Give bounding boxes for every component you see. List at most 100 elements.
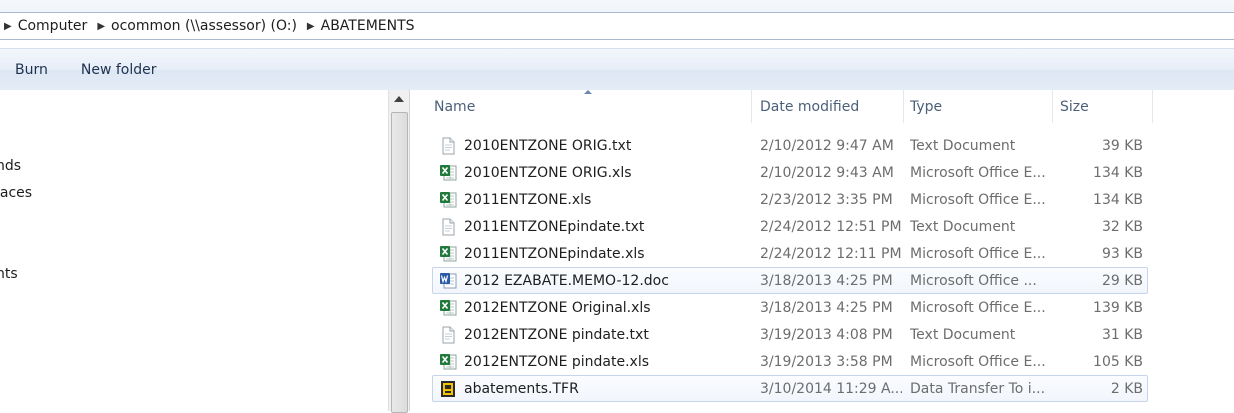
file-name[interactable]: 2011ENTZONEpindate.xls bbox=[464, 246, 645, 262]
breadcrumb[interactable]: ▶ Computer ▶ ocommon (\\assessor) (O:) ▶… bbox=[0, 12, 1234, 40]
file-name[interactable]: abatements.TFR bbox=[464, 381, 579, 397]
file-name-cell[interactable]: 2012ENTZONE pindate.xls bbox=[439, 349, 757, 374]
file-name-cell[interactable]: 2011ENTZONEpindate.xls bbox=[439, 241, 757, 266]
file-date-modified: 2/10/2012 9:47 AM bbox=[760, 137, 894, 154]
file-date-modified: 3/19/2013 3:58 PM bbox=[760, 353, 893, 370]
navigation-pane: nds laces nts bbox=[0, 90, 388, 411]
file-type: Microsoft Office E... bbox=[910, 191, 1046, 208]
file-list: Name Date modified Type Size 2010ENTZONE… bbox=[410, 90, 1234, 411]
text-document-icon bbox=[439, 137, 457, 155]
excel-icon bbox=[439, 353, 457, 371]
file-size: 93 KB bbox=[1101, 245, 1143, 262]
file-name[interactable]: 2010ENTZONE ORIG.xls bbox=[464, 165, 632, 181]
file-size: 29 KB bbox=[1101, 272, 1143, 289]
column-divider[interactable] bbox=[1152, 90, 1153, 123]
file-size: 2 KB bbox=[1110, 380, 1143, 397]
file-name-cell[interactable]: abatements.TFR bbox=[439, 376, 757, 401]
file-size: 139 KB bbox=[1093, 299, 1143, 316]
breadcrumb-drive[interactable]: ▶ ocommon (\\assessor) (O:) bbox=[93, 13, 303, 39]
file-type: Microsoft Office E... bbox=[910, 245, 1046, 262]
file-name-cell[interactable]: 2012ENTZONE Original.xls bbox=[439, 295, 757, 320]
file-name-cell[interactable]: 2011ENTZONEpindate.txt bbox=[439, 214, 757, 239]
file-name[interactable]: 2012ENTZONE pindate.txt bbox=[464, 327, 649, 343]
file-date-modified: 3/18/2013 4:25 PM bbox=[760, 272, 893, 289]
text-document-icon bbox=[439, 326, 457, 344]
new-folder-button[interactable]: New folder bbox=[68, 55, 170, 85]
file-type: Microsoft Office E... bbox=[910, 353, 1046, 370]
address-bar: ▶ Computer ▶ ocommon (\\assessor) (O:) ▶… bbox=[0, 0, 1234, 40]
file-name-cell[interactable]: 2010ENTZONE ORIG.txt bbox=[439, 133, 757, 158]
file-size: 39 KB bbox=[1101, 137, 1143, 154]
excel-icon bbox=[439, 299, 457, 317]
file-name-cell[interactable]: 2011ENTZONE.xls bbox=[439, 187, 757, 212]
file-name[interactable]: 2012ENTZONE pindate.xls bbox=[464, 354, 649, 370]
command-toolbar: Burn New folder bbox=[0, 48, 1234, 91]
file-type: Microsoft Office E... bbox=[910, 164, 1046, 181]
column-divider[interactable] bbox=[751, 90, 752, 123]
column-header-date[interactable]: Date modified bbox=[760, 90, 900, 123]
file-date-modified: 2/10/2012 9:43 AM bbox=[760, 164, 894, 181]
file-date-modified: 3/18/2013 4:25 PM bbox=[760, 299, 893, 316]
column-header-type[interactable]: Type bbox=[910, 90, 1050, 123]
file-row[interactable]: 2011ENTZONEpindate.xls 2/24/2012 12:11 PM… bbox=[432, 240, 1148, 267]
breadcrumb-label[interactable]: ABATEMENTS bbox=[321, 18, 421, 34]
file-size: 31 KB bbox=[1101, 326, 1143, 343]
file-size: 105 KB bbox=[1093, 353, 1143, 370]
file-row[interactable]: 2012 EZABATE.MEMO-12.doc 3/18/2013 4:25 P… bbox=[432, 267, 1148, 294]
column-divider[interactable] bbox=[1052, 90, 1053, 123]
breadcrumb-label[interactable]: ocommon (\\assessor) (O:) bbox=[111, 18, 303, 34]
file-row[interactable]: 2011ENTZONE.xls 2/23/2012 3:35 PM Microsof… bbox=[432, 186, 1148, 213]
file-type: Microsoft Office E... bbox=[910, 299, 1046, 316]
file-type: Text Document bbox=[910, 326, 1016, 343]
file-name-cell[interactable]: 2012ENTZONE pindate.txt bbox=[439, 322, 757, 347]
breadcrumb-label[interactable]: Computer bbox=[18, 18, 94, 34]
nav-item-documents[interactable]: nts bbox=[0, 266, 18, 282]
column-header-size[interactable]: Size bbox=[1060, 90, 1150, 123]
column-header-label: Type bbox=[910, 98, 943, 115]
file-name[interactable]: 2012ENTZONE Original.xls bbox=[464, 300, 651, 316]
nav-scrollbar[interactable] bbox=[388, 90, 410, 413]
file-row[interactable]: 2012ENTZONE pindate.txt 3/19/2013 4:08 PM… bbox=[432, 321, 1148, 348]
column-header-label: Name bbox=[434, 98, 476, 115]
file-row[interactable]: abatements.TFR 3/10/2014 11:29 A... Data T… bbox=[432, 375, 1148, 402]
file-name[interactable]: 2010ENTZONE ORIG.txt bbox=[464, 138, 631, 154]
file-size: 134 KB bbox=[1093, 191, 1143, 208]
data-transfer-icon bbox=[439, 380, 457, 398]
word-icon bbox=[439, 272, 457, 290]
breadcrumb-arrow-icon[interactable]: ▶ bbox=[303, 21, 321, 32]
file-date-modified: 2/24/2012 12:51 PM bbox=[760, 218, 902, 235]
breadcrumb-folder[interactable]: ▶ ABATEMENTS bbox=[303, 13, 421, 39]
file-name[interactable]: 2011ENTZONE.xls bbox=[464, 192, 591, 208]
scroll-up-arrow-icon[interactable] bbox=[394, 96, 404, 102]
column-divider[interactable] bbox=[903, 90, 904, 123]
file-type: Data Transfer To i... bbox=[910, 380, 1046, 397]
excel-icon bbox=[439, 245, 457, 263]
column-header-label: Size bbox=[1060, 98, 1089, 115]
file-type: Microsoft Office ... bbox=[910, 272, 1037, 289]
file-row[interactable]: 2010ENTZONE ORIG.txt 2/10/2012 9:47 AM Tex… bbox=[432, 132, 1148, 159]
file-row[interactable]: 2010ENTZONE ORIG.xls 2/10/2012 9:43 AM Mic… bbox=[432, 159, 1148, 186]
nav-item-downloads[interactable]: nds bbox=[0, 158, 21, 174]
file-row[interactable]: 2012ENTZONE pindate.xls 3/19/2013 3:58 PM… bbox=[432, 348, 1148, 375]
excel-icon bbox=[439, 191, 457, 209]
burn-button[interactable]: Burn bbox=[0, 55, 68, 85]
file-date-modified: 2/23/2012 3:35 PM bbox=[760, 191, 893, 208]
file-size: 32 KB bbox=[1101, 218, 1143, 235]
breadcrumb-arrow-icon[interactable]: ▶ bbox=[93, 21, 111, 32]
scrollbar-thumb[interactable] bbox=[391, 112, 408, 413]
file-name[interactable]: 2011ENTZONEpindate.txt bbox=[464, 219, 644, 235]
sort-ascending-icon bbox=[584, 90, 592, 94]
breadcrumb-computer[interactable]: ▶ Computer bbox=[0, 13, 93, 39]
breadcrumb-arrow-icon[interactable]: ▶ bbox=[0, 21, 18, 32]
file-row[interactable]: 2011ENTZONEpindate.txt 2/24/2012 12:51 PM… bbox=[432, 213, 1148, 240]
nav-item-recent-places[interactable]: laces bbox=[0, 185, 32, 201]
file-name-cell[interactable]: 2010ENTZONE ORIG.xls bbox=[439, 160, 757, 185]
file-name[interactable]: 2012 EZABATE.MEMO-12.doc bbox=[464, 273, 669, 289]
file-type: Text Document bbox=[910, 137, 1016, 154]
file-name-cell[interactable]: 2012 EZABATE.MEMO-12.doc bbox=[439, 268, 757, 293]
column-header-name[interactable]: Name bbox=[434, 90, 750, 123]
file-date-modified: 2/24/2012 12:11 PM bbox=[760, 245, 902, 262]
file-date-modified: 3/10/2014 11:29 A... bbox=[760, 380, 902, 397]
excel-icon bbox=[439, 164, 457, 182]
file-row[interactable]: 2012ENTZONE Original.xls 3/18/2013 4:25 P… bbox=[432, 294, 1148, 321]
